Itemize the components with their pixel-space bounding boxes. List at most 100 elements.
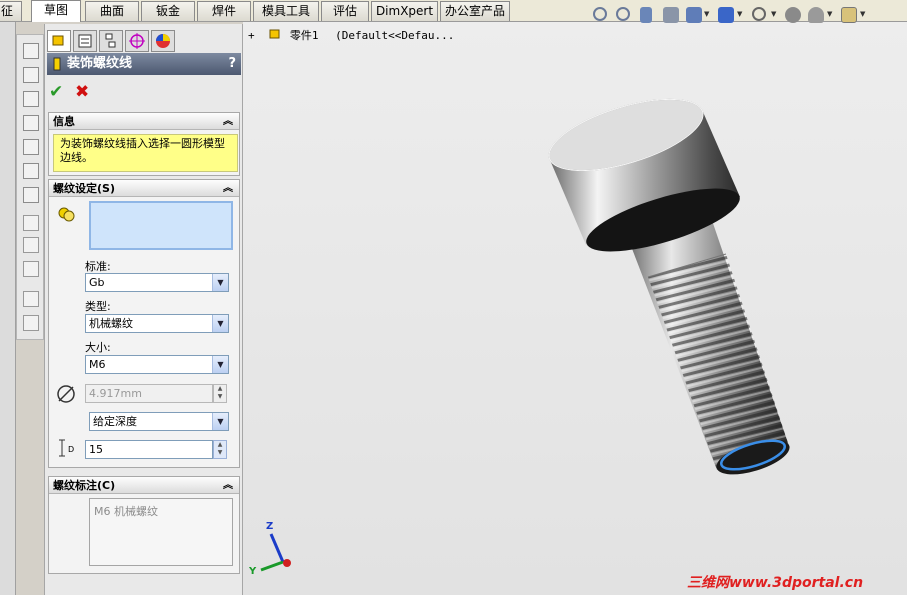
configuration-manager-tab[interactable] [99, 30, 123, 52]
part-icon [52, 35, 64, 46]
svg-text:D: D [68, 445, 74, 454]
spinner-icon[interactable]: ▲ ▼ [213, 440, 227, 459]
thread-callout-group: 螺纹标注(C) ︽ M6 机械螺纹 [48, 476, 240, 574]
minor-diameter-value: 4.917mm [89, 387, 142, 400]
size-value: M6 [89, 358, 106, 371]
circular-edge-selection-box[interactable] [89, 201, 233, 250]
configuration-icon [105, 33, 116, 48]
cube-view-icon[interactable] [23, 187, 39, 203]
sketch-pencil-icon[interactable] [23, 215, 39, 231]
chevron-down-icon[interactable]: ▼ [704, 10, 709, 18]
copy-entities-icon[interactable] [23, 291, 39, 307]
chevron-down-icon[interactable]: ▼ [212, 413, 228, 430]
dimxpert-manager-tab[interactable] [125, 30, 149, 52]
tab-surfaces[interactable]: 曲面 [85, 1, 139, 21]
chevron-down-icon[interactable]: ▼ [212, 315, 228, 332]
info-header-label: 信息 [53, 115, 75, 128]
watermark: 三维网www.3dportal.cn [687, 575, 864, 591]
property-icon [78, 34, 92, 48]
thread-icon [53, 57, 61, 71]
depth-icon: D [59, 439, 74, 457]
property-manager-tab[interactable] [73, 30, 97, 52]
tab-sheet-metal[interactable]: 钣金 [141, 1, 195, 21]
zoom-to-fit-icon[interactable] [593, 7, 607, 21]
thread-callout-text[interactable]: M6 机械螺纹 [89, 498, 233, 566]
cancel-button[interactable]: ✖ [75, 82, 89, 102]
cube-view-icon[interactable] [23, 115, 39, 131]
collapse-icon[interactable]: ︽ [223, 180, 233, 197]
chevron-down-icon[interactable]: ▼ [212, 274, 228, 291]
display-style-icon[interactable] [718, 7, 734, 23]
edit-appearance-icon[interactable] [785, 7, 801, 23]
hide-show-icon[interactable] [752, 7, 766, 21]
thread-settings-label: 螺纹设定(S) [53, 182, 115, 195]
tab-evaluate[interactable]: 评估 [321, 1, 369, 21]
cube-view-icon[interactable] [23, 139, 39, 155]
size-label: 大小: [85, 341, 111, 354]
thread-callout-label: 螺纹标注(C) [53, 479, 116, 492]
apply-scene-icon[interactable] [808, 7, 824, 23]
size-select[interactable]: M6 ▼ [85, 355, 229, 374]
tab-dimxpert[interactable]: DimXpert [371, 1, 438, 21]
display-manager-tab[interactable] [151, 30, 175, 52]
pm-title-bar: 装饰螺纹线 ? [47, 53, 241, 75]
thread-settings-group: 螺纹设定(S) ︽ 标准: Gb ▼ 类型: 机械螺纹 ▼ 大小: M6 ▼ 4… [48, 179, 240, 468]
sketch-tools-column [16, 34, 44, 340]
standard-value: Gb [89, 276, 105, 289]
offset-entities-icon[interactable] [23, 315, 39, 331]
spinner-icon[interactable]: ▲ ▼ [213, 384, 227, 403]
ok-button[interactable]: ✔ [49, 82, 63, 102]
tab-sketch[interactable]: 草图 [31, 0, 81, 22]
left-panel-strip [0, 22, 16, 595]
collapse-icon[interactable]: ︽ [223, 113, 233, 130]
bolt-model[interactable]: Z Y [243, 22, 907, 595]
view-orientation-icon[interactable] [686, 7, 702, 23]
relations-icon[interactable] [23, 261, 39, 277]
info-message: 为装饰螺纹线插入选择一圆形模型边线。 [53, 134, 238, 172]
chevron-down-icon[interactable]: ▼ [771, 10, 776, 18]
smart-dimension-icon[interactable] [23, 237, 39, 253]
depth-value: 15 [89, 443, 103, 456]
chevron-down-icon[interactable]: ▼ [860, 10, 865, 18]
type-select[interactable]: 机械螺纹 ▼ [85, 314, 229, 333]
end-condition-select[interactable]: 给定深度 ▼ [89, 412, 229, 431]
type-value: 机械螺纹 [89, 317, 133, 330]
depth-input[interactable]: 15 ▲ ▼ [85, 440, 227, 459]
feature-manager-tab[interactable] [47, 30, 71, 52]
standard-select[interactable]: Gb ▼ [85, 273, 229, 292]
standard-label: 标准: [85, 260, 111, 273]
chevron-down-icon[interactable]: ▼ [737, 10, 742, 18]
type-label: 类型: [85, 300, 111, 313]
info-group: 信息 ︽ 为装饰螺纹线插入选择一圆形模型边线。 [48, 112, 240, 176]
previous-view-icon[interactable] [640, 7, 652, 23]
tab-features[interactable]: 征 [0, 1, 22, 21]
cube-view-icon[interactable] [23, 163, 39, 179]
edge-selection-icon [58, 207, 75, 222]
cube-view-icon[interactable] [23, 91, 39, 107]
collapse-icon[interactable]: ︽ [223, 477, 233, 494]
tab-mold-tools[interactable]: 模具工具 [253, 1, 319, 21]
property-manager: 装饰螺纹线 ? ✔ ✖ 信息 ︽ 为装饰螺纹线插入选择一圆形模型边线。 螺纹设定… [44, 24, 243, 595]
pm-title: 装饰螺纹线 [67, 56, 133, 71]
end-condition-value: 给定深度 [93, 415, 137, 428]
info-group-header[interactable]: 信息 ︽ [49, 113, 239, 130]
axis-triad: Z Y [248, 521, 291, 577]
chevron-down-icon[interactable]: ▼ [827, 10, 832, 18]
tab-weldments[interactable]: 焊件 [197, 1, 251, 21]
z-axis-label: Z [266, 521, 273, 532]
section-view-icon[interactable] [663, 7, 679, 23]
y-axis-label: Y [248, 566, 257, 577]
cube-view-icon[interactable] [23, 67, 39, 83]
help-button[interactable]: ? [228, 53, 236, 75]
thread-callout-header[interactable]: 螺纹标注(C) ︽ [49, 477, 239, 494]
thread-settings-header[interactable]: 螺纹设定(S) ︽ [49, 180, 239, 197]
cube-view-icon[interactable] [23, 43, 39, 59]
view-settings-icon[interactable] [841, 7, 857, 23]
zoom-to-area-icon[interactable] [616, 7, 630, 21]
tab-office-products[interactable]: 办公室产品 [440, 1, 510, 21]
diameter-icon [57, 385, 75, 403]
chevron-down-icon[interactable]: ▼ [212, 356, 228, 373]
crosshair-icon [129, 33, 145, 49]
manager-tabs [45, 28, 244, 52]
minor-diameter-input[interactable]: 4.917mm ▲ ▼ [85, 384, 227, 403]
